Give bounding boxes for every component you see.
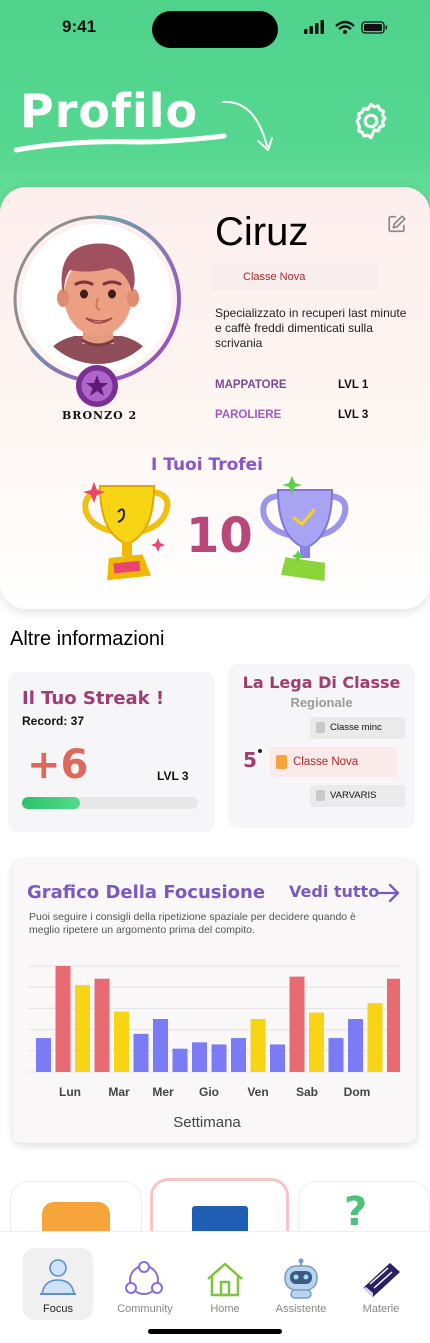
- chart-bar: [289, 976, 305, 1072]
- chart-bar: [211, 1044, 227, 1072]
- chart-bar: [172, 1048, 188, 1072]
- profile-name: Ciruz: [215, 210, 309, 254]
- skill-level: LVL 1: [338, 379, 369, 391]
- x-tick-label: Mer: [152, 1085, 174, 1099]
- streak-value: +6: [27, 742, 89, 788]
- position-dot: [258, 749, 262, 753]
- league-row-name: Classe Nova: [293, 756, 359, 768]
- focus-bar-chart: [28, 965, 400, 1073]
- x-tick-label: Mar: [108, 1085, 130, 1099]
- arrow-right-icon[interactable]: [376, 882, 402, 904]
- nav-label[interactable]: Materie: [338, 1303, 424, 1315]
- avatar[interactable]: [30, 232, 166, 370]
- shield-icon: [276, 754, 287, 769]
- nav-label[interactable]: Assistente: [258, 1303, 344, 1315]
- community-icon[interactable]: [123, 1261, 165, 1299]
- streak-title: Il Tuo Streak !: [22, 688, 165, 709]
- shield-icon: [316, 721, 325, 733]
- blue-trophy-icon: [260, 476, 349, 581]
- focus-person-icon[interactable]: [38, 1256, 78, 1298]
- chart-bar: [192, 1042, 207, 1072]
- streak-progress-bar: [22, 797, 198, 809]
- x-axis-title: Settimana: [173, 1114, 241, 1131]
- rank-label: BRONZO 2: [62, 409, 138, 422]
- question-mark-icon: ?: [344, 1189, 368, 1235]
- status-icons: [304, 20, 387, 34]
- chart-bar: [387, 978, 400, 1072]
- shield-icon: [316, 789, 325, 801]
- chart-bar: [231, 1038, 246, 1072]
- streak-progress-fill: [22, 797, 80, 809]
- league-subtitle: Regionale: [290, 695, 353, 710]
- dynamic-island: [152, 11, 278, 48]
- books-icon[interactable]: [360, 1260, 402, 1298]
- streak-record: Record: 37: [22, 714, 85, 728]
- home-icon[interactable]: [205, 1260, 245, 1298]
- see-all-link[interactable]: Vedi tutto: [289, 882, 379, 901]
- chart-bar: [55, 966, 71, 1072]
- league-row: VARVARIS: [310, 785, 405, 807]
- league-row-name: VARVARIS: [330, 790, 377, 801]
- status-time: 9:41: [62, 17, 97, 36]
- arrow-icon: [222, 100, 273, 151]
- trophies-title: I Tuoi Trofei: [150, 455, 264, 475]
- chart-bar: [36, 1038, 51, 1072]
- chart-bar: [309, 1012, 324, 1072]
- league-row-highlighted: Classe Nova: [270, 747, 397, 777]
- gear-icon[interactable]: [350, 100, 392, 142]
- chart-bar: [328, 1038, 344, 1072]
- nav-label[interactable]: Community: [102, 1303, 188, 1315]
- chart-description: Puoi seguire i consigli della ripetizion…: [29, 911, 356, 936]
- league-row-name: Classe minc: [330, 722, 382, 733]
- gold-trophy-icon: [82, 482, 171, 581]
- streak-level: LVL 3: [157, 769, 189, 783]
- bronze-rank-medal: [76, 365, 118, 407]
- x-tick-label: Dom: [343, 1085, 371, 1099]
- chart-bar: [367, 1003, 383, 1072]
- nav-label[interactable]: Home: [182, 1303, 268, 1315]
- chart-bar: [250, 1019, 266, 1072]
- home-indicator: [148, 1329, 282, 1334]
- chart-bar: [75, 985, 90, 1072]
- edit-icon[interactable]: [386, 213, 408, 235]
- section-title: Altre informazioni: [10, 628, 165, 650]
- chart-bar: [153, 1019, 168, 1072]
- x-tick-label: Sab: [295, 1085, 318, 1099]
- profile-bio: Specializzato in recuperi last minute e …: [215, 306, 407, 350]
- chart-bar: [94, 978, 110, 1072]
- trophies-count: 10: [186, 508, 253, 564]
- chart-bar: [270, 1044, 285, 1072]
- chart-bar: [114, 1011, 129, 1072]
- class-badge[interactable]: Classe Nova: [212, 264, 378, 290]
- chart-bar: [348, 1019, 363, 1072]
- league-row: Classe minc: [310, 717, 405, 739]
- robot-assistant-icon[interactable]: [280, 1258, 322, 1300]
- x-tick-label: Ven: [247, 1085, 269, 1099]
- x-tick-label: Lun: [59, 1085, 81, 1099]
- league-position: 5: [243, 748, 257, 772]
- nav-label[interactable]: Focus: [15, 1303, 101, 1315]
- x-tick-label: Gio: [199, 1085, 219, 1099]
- chart-title: Grafico Della Focusione: [27, 882, 266, 903]
- skill-level: LVL 3: [338, 409, 369, 421]
- skill-name: PAROLIERE: [215, 409, 282, 421]
- skill-name: MAPPATORE: [215, 379, 287, 391]
- league-title: La Lega Di Classe: [242, 673, 401, 692]
- chart-bar: [133, 1033, 149, 1072]
